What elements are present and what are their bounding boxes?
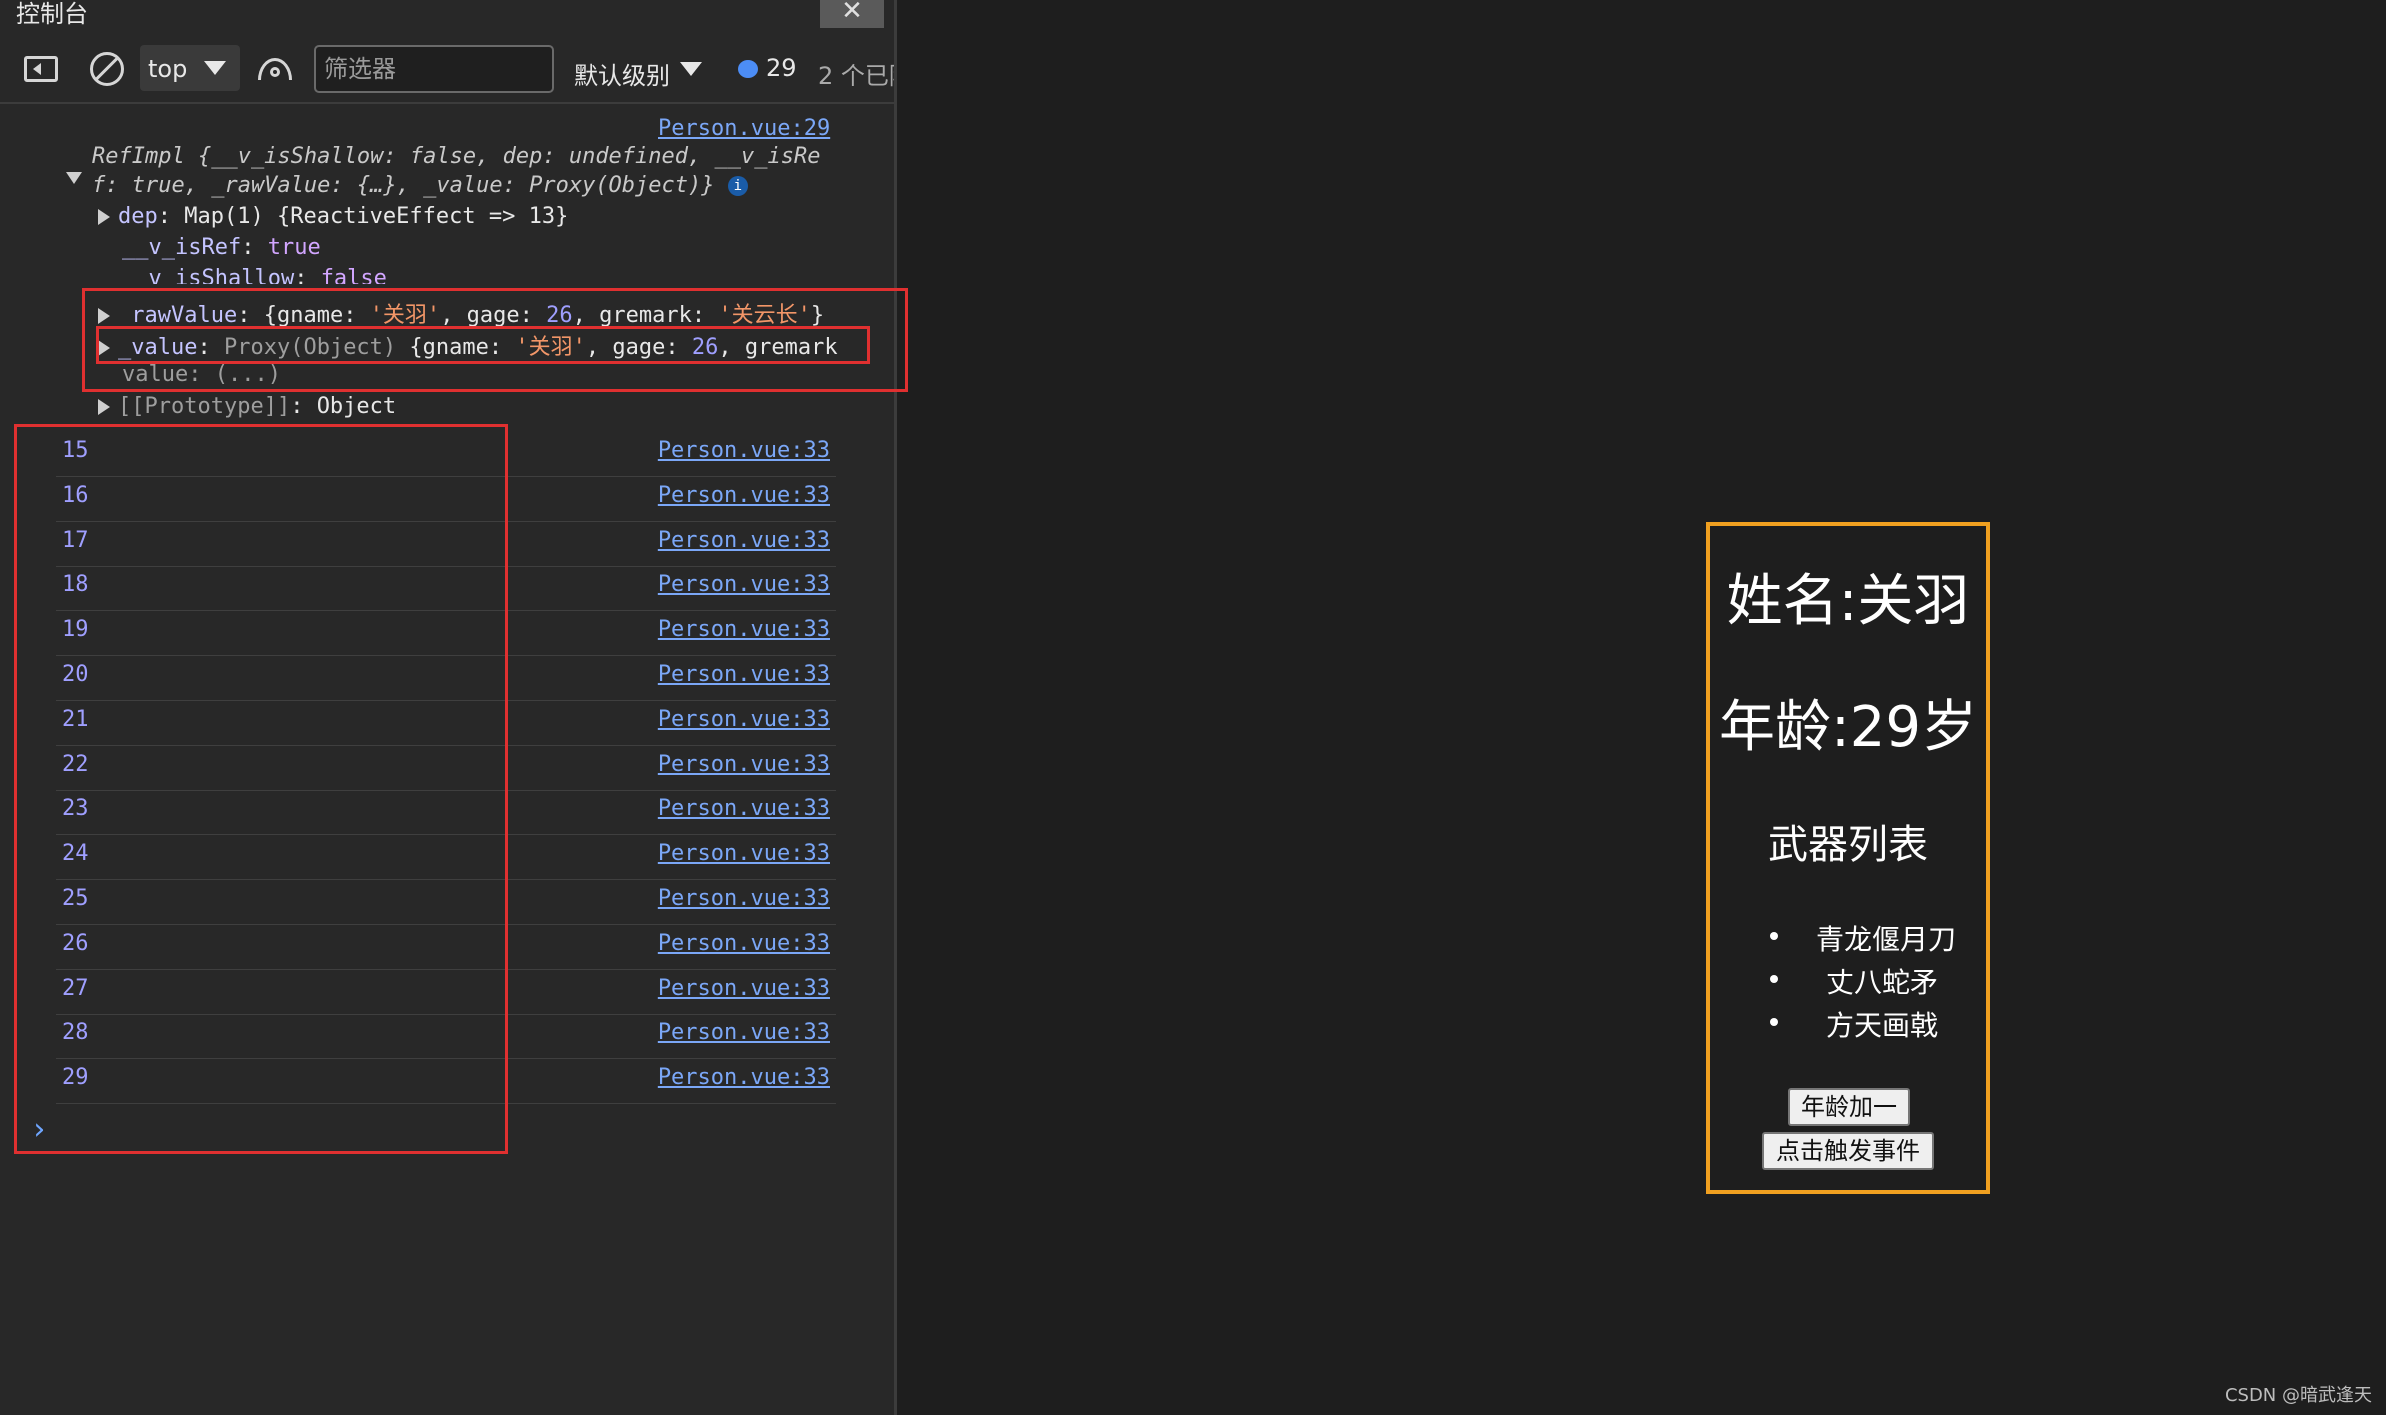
log-source-link[interactable]: Person.vue:33: [658, 931, 830, 956]
console-toolbar: top 默认级别 29 2 个已隐: [0, 36, 894, 104]
isref-value: true: [267, 235, 321, 260]
live-expression-eye-icon[interactable]: [258, 58, 292, 80]
highlight-box-value: [96, 326, 870, 364]
weapon-name: 青龙偃月刀: [1816, 923, 1957, 956]
log-source-link[interactable]: Person.vue:33: [658, 483, 830, 508]
info-icon[interactable]: i: [727, 176, 748, 196]
bullet-icon: [1770, 975, 1778, 983]
message-count[interactable]: 29: [766, 54, 797, 82]
expand-triangle-icon: [98, 209, 110, 225]
filter-input[interactable]: [314, 45, 554, 93]
log-source-link[interactable]: Person.vue:33: [658, 662, 830, 687]
close-button[interactable]: ✕: [820, 0, 884, 28]
prototype-value: Object: [316, 394, 397, 419]
log-source-link[interactable]: Person.vue:33: [658, 1020, 830, 1045]
bullet-icon: [1770, 932, 1778, 940]
log-source-link[interactable]: Person.vue:33: [658, 438, 830, 463]
isshallow-value: false: [320, 266, 387, 284]
isref-key: __v_isRef: [122, 235, 242, 260]
devtools-title: 控制台: [16, 0, 88, 28]
chevron-down-icon: [204, 61, 226, 75]
show-sidebar-icon[interactable]: [24, 56, 58, 82]
weapon-list-title: 武器列表: [1768, 822, 1928, 868]
expand-triangle-icon: [98, 399, 110, 415]
highlight-box-logs: [14, 424, 508, 1154]
dep-key: dep: [118, 204, 158, 229]
prototype-key: [[Prototype]]: [118, 394, 291, 419]
collapse-triangle-icon[interactable]: [66, 172, 82, 184]
person-card: 姓名:关羽 年龄:29岁 武器列表 青龙偃月刀 丈八蛇矛 方天画戟 年龄加一 点…: [1706, 522, 1990, 1194]
trigger-event-button[interactable]: 点击触发事件: [1762, 1132, 1934, 1170]
chevron-down-icon[interactable]: [680, 62, 702, 76]
weapon-name: 方天画戟: [1826, 1009, 1939, 1042]
log-source-link[interactable]: Person.vue:33: [658, 796, 830, 821]
close-icon: ✕: [841, 0, 863, 26]
isshallow-key: __v_isShallow: [122, 266, 295, 284]
age-increment-button[interactable]: 年龄加一: [1788, 1088, 1910, 1126]
dep-value: Map(1) {ReactiveEffect => 13}: [184, 204, 569, 229]
context-selector[interactable]: top: [140, 45, 240, 91]
hidden-count: 2 个已隐: [818, 62, 894, 90]
log-source-link[interactable]: Person.vue:33: [658, 841, 830, 866]
devtools-panel: 控制台 ✕ top 默认级别 29 2 个已隐 Person.vue:29 Re…: [0, 0, 908, 1415]
log-source-link[interactable]: Person.vue:33: [658, 572, 830, 597]
object-summary-line1[interactable]: RefImpl {__v_isShallow: false, dep: unde…: [92, 144, 820, 169]
watermark: CSDN @暗武逢天: [2224, 1385, 2372, 1406]
object-summary-line2-text: f: true, _rawValue: {…}, _value: Proxy(O…: [92, 173, 715, 198]
log-level-selector[interactable]: 默认级别: [574, 56, 670, 91]
person-name: 姓名:关羽: [1726, 569, 1970, 634]
log-source-link[interactable]: Person.vue:29: [658, 116, 830, 141]
log-source-link[interactable]: Person.vue:33: [658, 707, 830, 732]
isref-property-row: __v_isRef: true: [122, 235, 321, 260]
object-summary-line2[interactable]: f: true, _rawValue: {…}, _value: Proxy(O…: [92, 173, 748, 198]
prototype-row[interactable]: [[Prototype]]: Object: [98, 394, 396, 419]
dep-property-row[interactable]: dep: Map(1) {ReactiveEffect => 13}: [98, 204, 568, 229]
person-age: 年龄:29岁: [1718, 695, 1978, 760]
log-source-link[interactable]: Person.vue:33: [658, 886, 830, 911]
message-icon: [738, 60, 758, 78]
weapon-name: 丈八蛇矛: [1826, 966, 1939, 999]
log-source-link[interactable]: Person.vue:33: [658, 528, 830, 553]
clear-console-icon[interactable]: [90, 52, 124, 86]
log-source-link[interactable]: Person.vue:33: [658, 976, 830, 1001]
log-source-link[interactable]: Person.vue:33: [658, 1065, 830, 1090]
isshallow-property-row: __v_isShallow: false: [122, 266, 387, 284]
log-source-link[interactable]: Person.vue:33: [658, 752, 830, 777]
log-source-link[interactable]: Person.vue:33: [658, 617, 830, 642]
devtools-titlebar: 控制台 ✕: [0, 0, 894, 36]
context-label: top: [148, 55, 188, 83]
bullet-icon: [1770, 1018, 1778, 1026]
